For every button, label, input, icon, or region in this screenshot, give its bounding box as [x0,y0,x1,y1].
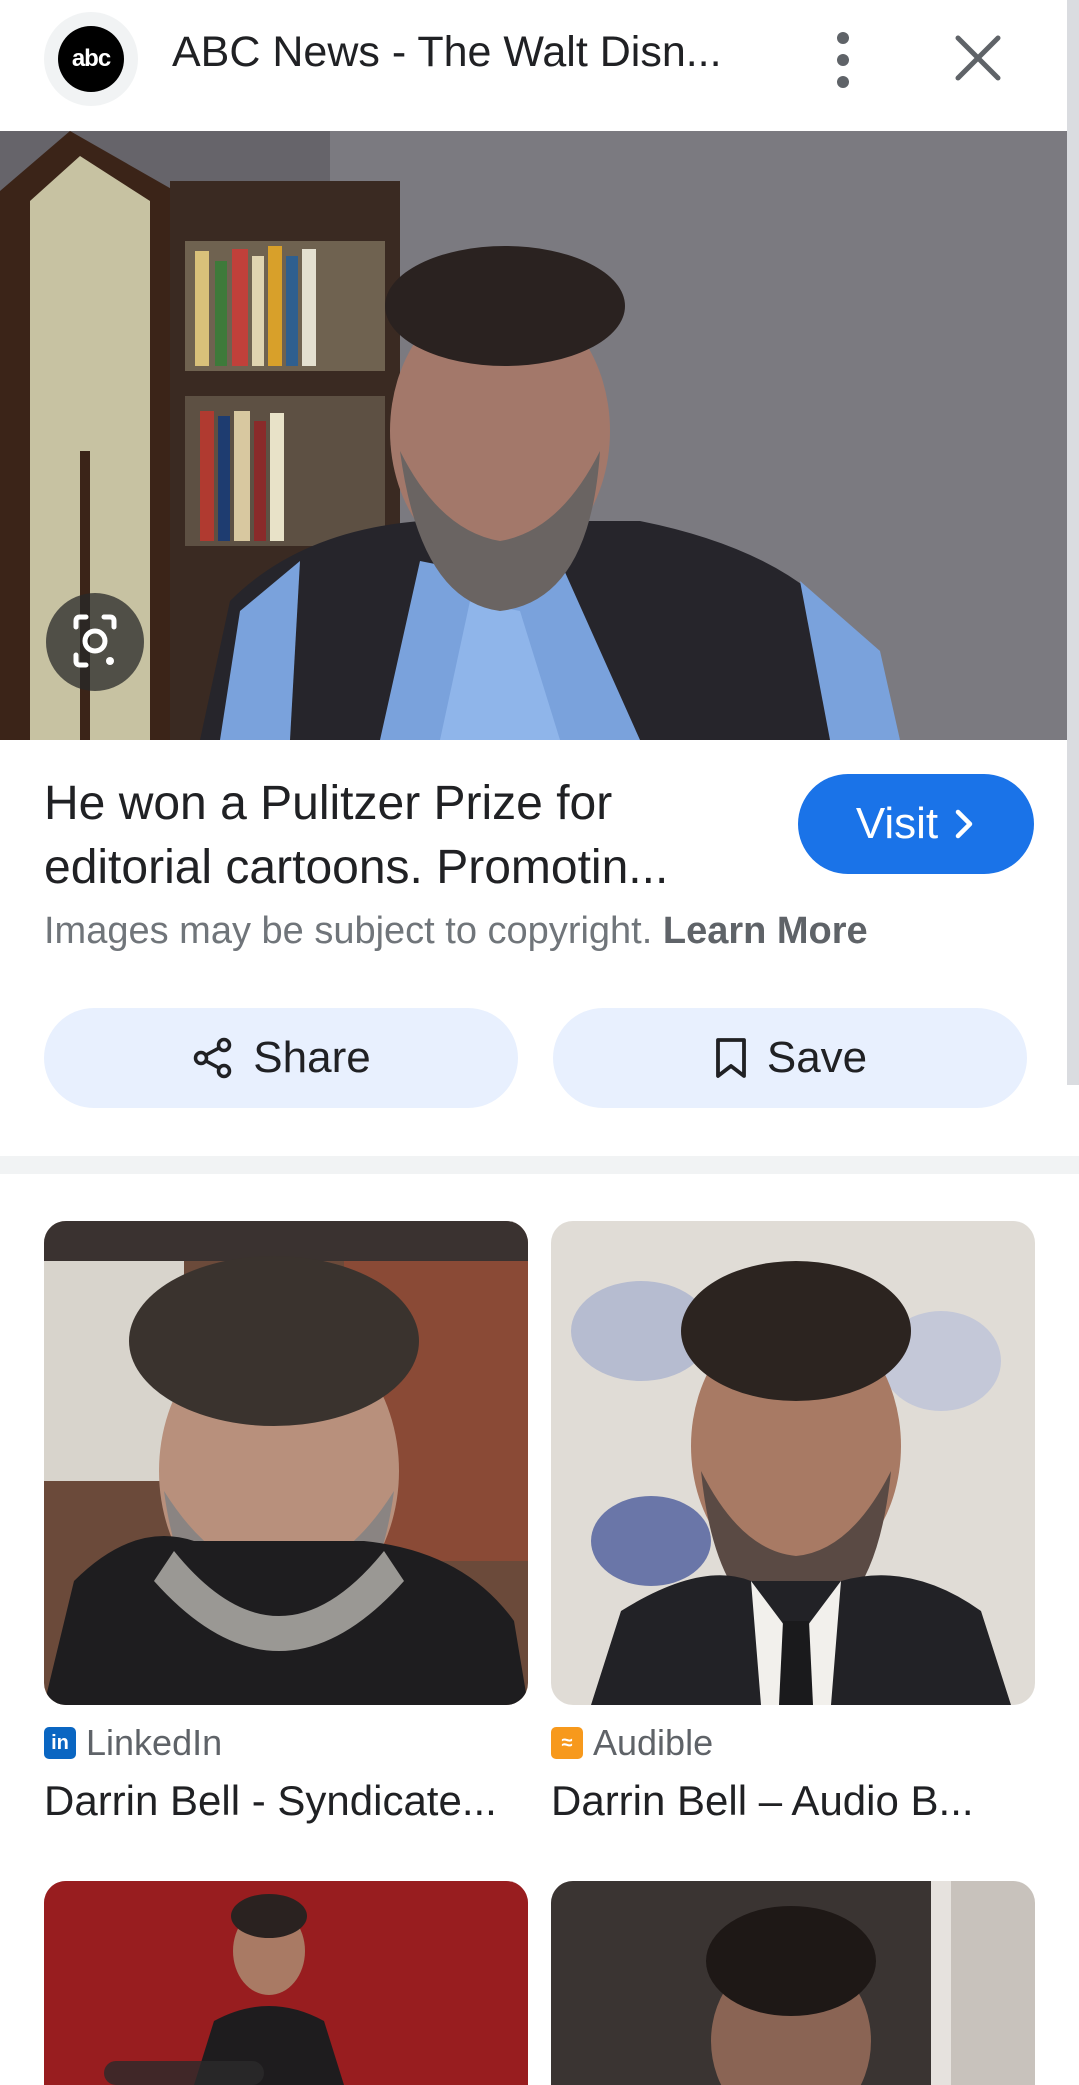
lens-camera-icon [73,614,117,668]
related-source: ≈ Audible [551,1721,1035,1765]
learn-more-link[interactable]: Learn More [663,910,868,952]
related-image[interactable] [44,1881,528,2085]
save-label: Save [766,1033,868,1082]
close-icon[interactable] [950,30,1006,86]
related-result-card[interactable]: ≈ Audible Darrin Bell – Audio B... [551,1221,1035,1825]
related-source-name: Audible [593,1722,714,1763]
site-title[interactable]: ABC News - The Walt Disn... [172,28,762,77]
save-button[interactable]: Save [553,1008,1027,1108]
related-image-photo [44,1881,528,2085]
section-divider [0,1156,1079,1174]
main-image-photo [0,131,1067,740]
related-title[interactable]: Darrin Bell - Syndicate... [44,1777,528,1825]
related-source-name: LinkedIn [86,1722,223,1763]
main-image[interactable] [0,131,1067,740]
audible-icon: ≈ [551,1727,583,1759]
related-source: in LinkedIn [44,1721,528,1765]
chevron-right-icon [955,809,973,839]
result-title[interactable]: He won a Pulitzer Prize for editorial ca… [44,772,764,900]
related-result-card[interactable] [44,1881,528,2085]
related-image-photo [551,1881,1035,2085]
abc-logo-icon: abc [58,26,124,92]
related-image[interactable] [551,1221,1035,1705]
copyright-text: Images may be subject to copyright. [44,910,653,952]
bookmark-icon [715,1038,746,1078]
scrollbar[interactable] [1067,0,1079,1085]
site-logo[interactable]: abc [44,12,138,106]
copyright-notice: Images may be subject to copyright. Lear… [44,910,868,953]
top-bar: abc ABC News - The Walt Disn... [0,0,1067,131]
related-image[interactable] [44,1221,528,1705]
share-button[interactable]: Share [44,1008,518,1108]
related-image[interactable] [551,1881,1035,2085]
share-icon [194,1037,232,1079]
share-label: Share [253,1033,371,1082]
related-image-photo [551,1221,1035,1705]
linkedin-icon: in [44,1727,76,1759]
related-result-card[interactable] [551,1881,1035,2085]
related-image-photo [44,1221,528,1705]
related-title[interactable]: Darrin Bell – Audio B... [551,1777,1035,1825]
more-vert-icon[interactable] [818,30,868,90]
visit-button[interactable]: Visit [798,774,1034,874]
related-result-card[interactable]: in LinkedIn Darrin Bell - Syndicate... [44,1221,528,1825]
visit-label: Visit [855,799,939,848]
lens-button[interactable] [46,593,144,691]
